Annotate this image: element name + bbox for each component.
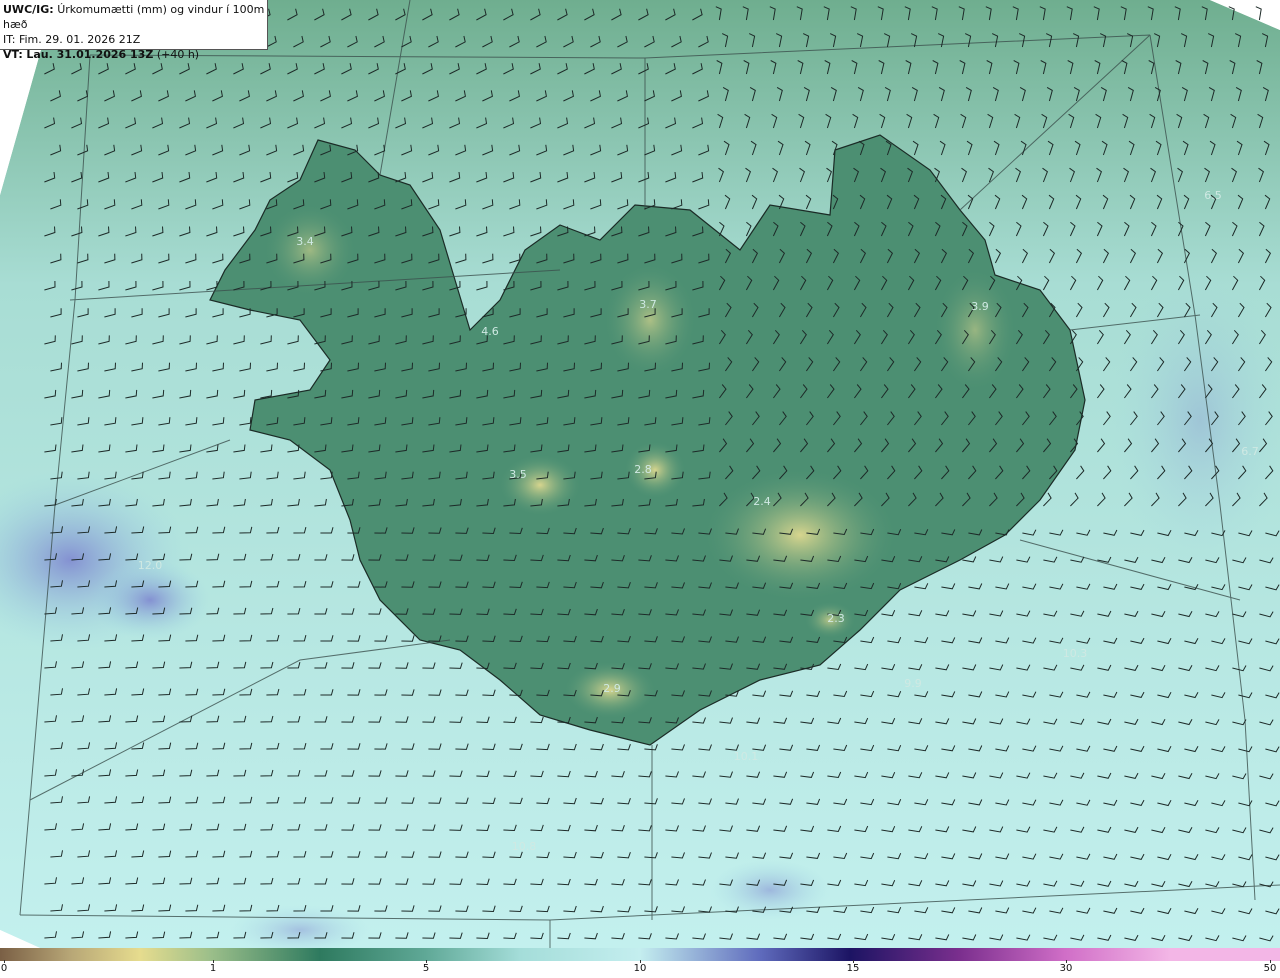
precip-value-label: 3.4 xyxy=(296,235,314,248)
precip-value-label: 10.8 xyxy=(512,840,537,853)
vatnajokull xyxy=(705,470,895,600)
map-header: UWC/IG: Úrkomumætti (mm) og vindur í 100… xyxy=(0,0,268,61)
valid-prefix: VT: xyxy=(3,48,23,61)
precip-value-label: 3.5 xyxy=(509,468,527,481)
colorbar-tick-label: 0 xyxy=(0,963,8,974)
lead-time: (+40 h) xyxy=(156,48,200,61)
map-area: 3.4 4.6 3.7 3.9 3.5 2.8 2.4 2.3 2.9 6.5 10.3 9.9 10.… xyxy=(0,0,1280,948)
colorbar-segment xyxy=(850,948,960,961)
colorbar-tick-label: 5 xyxy=(422,963,430,974)
precip-value-label: 10.3 xyxy=(1063,647,1088,660)
colorbar-tick-label: 10 xyxy=(633,963,647,974)
precip-value-label: 6.5 xyxy=(1204,189,1222,202)
colorbar-tick-label: 15 xyxy=(846,963,860,974)
precip-value-label: 2.3 xyxy=(827,612,845,625)
precip-value-label: 2.8 xyxy=(634,463,652,476)
colorbar-tick-label: 50 xyxy=(1263,963,1277,974)
colorbar-segment xyxy=(640,948,760,961)
issue-time: IT: Fim. 29. 01. 2026 21Z xyxy=(3,33,141,46)
precip-value-label: 9.9 xyxy=(904,677,922,690)
forecast-map: 3.4 4.6 3.7 3.9 3.5 2.8 2.4 2.3 2.9 6.5 10.3 9.9 10.… xyxy=(0,0,1280,948)
precip-value-label: 3.9 xyxy=(971,300,989,313)
colorbar-segment xyxy=(140,948,210,961)
precip-value-label: 12.0 xyxy=(138,559,163,572)
colorbar-segment xyxy=(960,948,1065,961)
precip-value-label: 6.7 xyxy=(1241,445,1259,458)
colorbar-segment xyxy=(1065,948,1170,961)
colorbar-segment xyxy=(0,948,70,961)
colorbar-tick-label: 1 xyxy=(209,963,217,974)
precip-value-label: 2.9 xyxy=(603,682,621,695)
colorbar-tick-label: 30 xyxy=(1059,963,1073,974)
colorbar-segment xyxy=(425,948,520,961)
precip-value-label: 2.4 xyxy=(753,495,771,508)
colorbar-segment xyxy=(70,948,140,961)
colorbar-segment xyxy=(210,948,320,961)
precip-value-label: 4.6 xyxy=(481,325,499,338)
valid-time: Lau. 31.01.2026 13Z xyxy=(26,48,154,61)
product-code: UWC/IG: xyxy=(3,3,54,16)
colorbar-legend: 0 1 5 10 15 30 50 xyxy=(0,948,1280,978)
precip-value-label: 10.1 xyxy=(734,750,759,763)
colorbar-segment xyxy=(760,948,850,961)
colorbar-segment xyxy=(1170,948,1280,961)
colorbar-segment xyxy=(320,948,425,961)
colorbar-segment xyxy=(520,948,640,961)
precip-value-label: 3.7 xyxy=(639,298,657,311)
